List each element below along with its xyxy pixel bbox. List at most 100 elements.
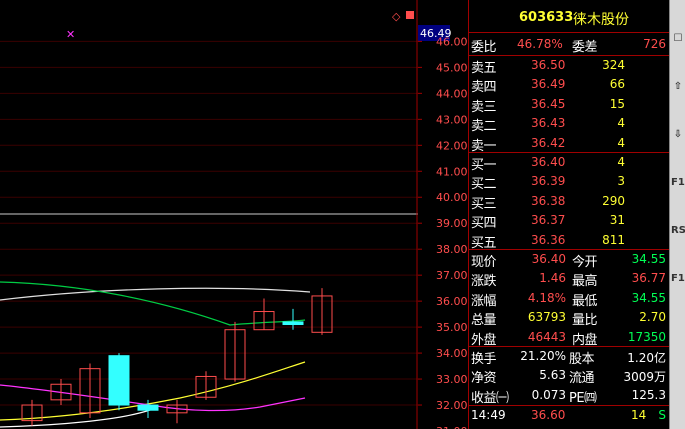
- axis-tick-label: 46.00: [436, 35, 468, 48]
- finance-value: 1.20亿: [627, 351, 666, 365]
- sell-level-price: 36.43: [531, 116, 566, 131]
- sell-level-volume: 15: [609, 96, 625, 111]
- stat-label: 最高: [572, 274, 598, 290]
- candle: [282, 321, 304, 326]
- finance-value: 21.20%: [520, 349, 566, 363]
- stat-row: 现价 36.40 今开 34.55: [469, 250, 670, 270]
- axis-tick-label: 36.00: [436, 295, 468, 308]
- toolbar-button[interactable]: ☐: [671, 30, 685, 48]
- tick-row: 14:49 36.60 14 S: [471, 408, 666, 422]
- weibi-row: 委比 46.78% 委差 726: [471, 37, 666, 55]
- toolbar-button[interactable]: RSI: [671, 222, 685, 240]
- buy-level-label: 买四: [471, 216, 497, 232]
- finance-value: 5.63: [539, 368, 566, 383]
- stat-value: 34.55: [631, 252, 666, 266]
- buy-level-volume: 811: [602, 232, 625, 247]
- buy-level-row: 买一 36.40 4: [469, 153, 670, 173]
- buy-level-price: 36.40: [531, 155, 566, 169]
- buy-level-row: 买二 36.39 3: [469, 172, 670, 192]
- buy-level-row: 买五 36.36 811: [469, 231, 670, 251]
- buy-level-price: 36.36: [531, 232, 566, 247]
- stat-label: 最低: [572, 293, 598, 309]
- quote-panel: 603633 徕木股份 委比 46.78% 委差 726 卖五 36.50 324 卖…: [468, 0, 670, 429]
- sell-level-label: 卖四: [471, 80, 497, 96]
- axis-tick-label: 39.00: [436, 217, 468, 230]
- stat-row: 外盘 46443 内盘 17350: [469, 328, 670, 348]
- axis-tick-label: 44.00: [436, 87, 468, 100]
- sell-level-label: 卖二: [471, 119, 497, 135]
- axis-tick-label: 41.00: [436, 165, 468, 178]
- axis-tick-label: 43.00: [436, 113, 468, 126]
- stat-value: 17350: [627, 329, 666, 344]
- stat-label: 今开: [572, 255, 598, 270]
- stat-value: 63793: [527, 310, 566, 325]
- sell-level-label: 卖五: [471, 61, 497, 76]
- sell-level-price: 36.42: [531, 135, 566, 150]
- sell-level-row: 卖一 36.42 4: [469, 134, 670, 154]
- finance-label: 收益㈠: [471, 390, 509, 406]
- sell-level-price: 36.50: [531, 58, 566, 72]
- stat-row: 总量 63793 量比 2.70: [469, 308, 670, 328]
- buy-level-volume: 4: [617, 155, 625, 169]
- stat-row: 涨幅 4.18% 最低 34.55: [469, 289, 670, 309]
- finance-value: 3009万: [623, 370, 666, 385]
- sell-level-label: 卖一: [471, 138, 497, 154]
- sell-level-row: 卖三 36.45 15: [469, 95, 670, 115]
- side-toolbar: ☐ ⇧ ⇩ F10 RSI F12: [669, 0, 685, 429]
- sell-level-price: 36.49: [531, 77, 566, 92]
- stat-label: 内盘: [572, 332, 598, 348]
- axis-tick-label: 38.00: [436, 243, 468, 256]
- ma10-line: [0, 361, 306, 421]
- stat-value: 1.46: [539, 271, 566, 286]
- stat-value: 4.18%: [527, 290, 566, 305]
- peak-marker: ✕: [66, 28, 75, 41]
- buy-level-row: 买三 36.38 290: [469, 192, 670, 212]
- toolbar-button[interactable]: F10: [671, 174, 685, 192]
- stat-value: 2.70: [639, 310, 666, 325]
- stat-label: 总量: [471, 313, 497, 329]
- axis-tick-label: 31.00: [436, 425, 468, 429]
- stock-name: 徕木股份: [573, 12, 629, 28]
- buy-level-volume: 31: [609, 213, 625, 228]
- stat-value: 36.77: [631, 271, 666, 286]
- stat-label: 涨幅: [471, 293, 497, 309]
- sell-level-volume: 4: [617, 135, 625, 150]
- toolbar-button[interactable]: F12: [671, 270, 685, 288]
- buy-level-volume: 3: [617, 174, 625, 189]
- finance-value: 0.073: [531, 387, 566, 402]
- stock-header: 603633 徕木股份: [469, 8, 670, 30]
- toolbar-button[interactable]: ⇩: [671, 126, 685, 144]
- ma-flag-marker: ◇: [392, 10, 401, 23]
- finance-label: 净资: [471, 371, 497, 387]
- buy-level-label: 买二: [471, 177, 497, 193]
- axis-tick-label: 33.00: [436, 373, 468, 386]
- sell-level-row: 卖二 36.43 4: [469, 114, 670, 134]
- candle: [137, 404, 159, 411]
- finance-label: 流通: [569, 371, 595, 387]
- stat-label: 涨跌: [471, 274, 497, 290]
- buy-level-price: 36.39: [531, 174, 566, 189]
- stat-value: 36.40: [531, 252, 566, 266]
- sell-level-volume: 66: [609, 77, 625, 92]
- toolbar-button[interactable]: ⇧: [671, 78, 685, 96]
- sell-level-label: 卖三: [471, 99, 497, 115]
- price-axis: 46.4946.0045.0044.0043.0042.0041.0040.00…: [418, 25, 468, 429]
- ma-flag-box: [406, 11, 414, 19]
- finance-row: 收益㈠ 0.073 PE㈣ 125.3: [469, 386, 670, 406]
- axis-tick-label: 42.00: [436, 139, 468, 152]
- buy-level-price: 36.37: [531, 213, 566, 228]
- stat-label: 量比: [572, 313, 598, 329]
- buy-level-price: 36.38: [531, 193, 566, 208]
- sell-level-volume: 324: [602, 58, 625, 72]
- buy-level-row: 买四 36.37 31: [469, 211, 670, 231]
- axis-tick-label: 45.00: [436, 61, 468, 74]
- finance-row: 换手 21.20% 股本 1.20亿: [469, 347, 670, 367]
- buy-level-volume: 290: [602, 193, 625, 208]
- stat-label: 现价: [471, 255, 497, 270]
- finance-value: 125.3: [631, 387, 666, 402]
- stat-label: 外盘: [471, 332, 497, 348]
- sell-level-row: 卖五 36.50 324: [469, 56, 670, 76]
- buy-level-label: 买五: [471, 235, 497, 251]
- stock-code: 603633: [519, 10, 574, 25]
- kline-chart[interactable]: ✕◇: [0, 0, 418, 429]
